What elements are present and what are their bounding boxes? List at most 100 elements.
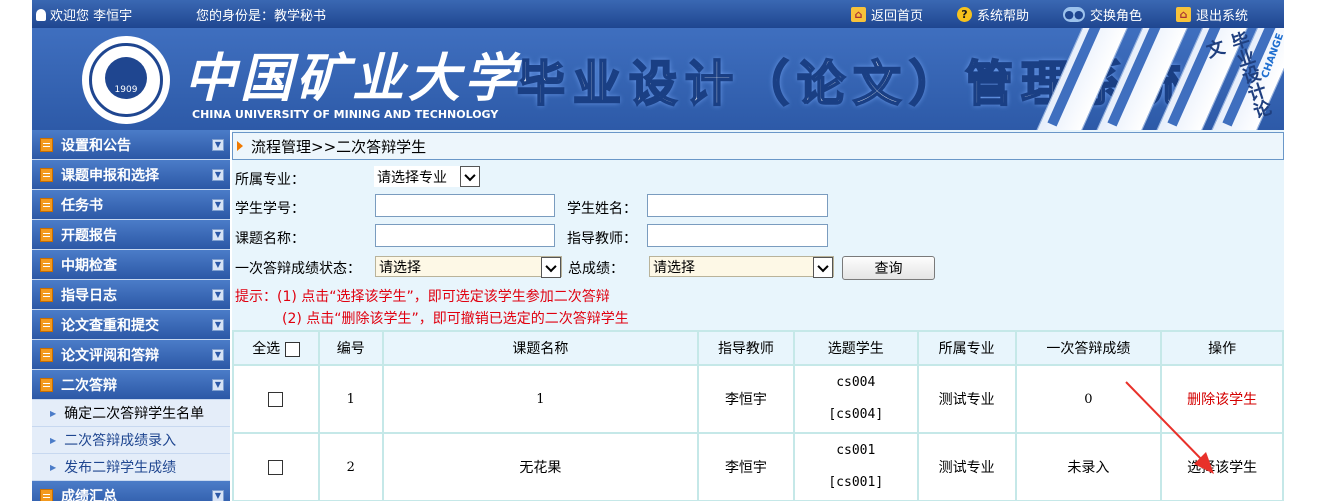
row-topic: 无花果 [381,432,700,501]
expand-icon[interactable]: ▼ [212,490,224,501]
tip-line-2: (2) 点击“删除该学生”，即可撤销已选定的二次答辩学生 [282,311,629,327]
row-major: 测试专业 [916,432,1017,501]
row-checkbox-cell [232,364,320,434]
expand-icon[interactable]: ▼ [212,289,224,301]
header-topic: 课题名称 [381,330,700,366]
chevron-down-icon [813,257,833,278]
student-id-input[interactable] [375,194,555,217]
university-name-cn: 中国矿业大学 [184,48,521,109]
sidebar: 设置和公告 ▼ 课题申报和选择 ▼ 任务书 ▼ 开题报告 ▼ 中期检查 ▼ 指导… [32,130,230,501]
books-decoration: 毕业设计论文 CHANGE [1033,28,1284,130]
header-select-all: 全选 [232,330,320,366]
nav-home[interactable]: ⌂ 返回首页 [850,5,923,24]
university-emblem-icon: 1909 [82,36,170,124]
expand-icon[interactable]: ▼ [212,229,224,241]
major-select[interactable]: 请选择专业 [374,166,480,187]
user-icon [36,8,46,21]
select-student-link[interactable]: 选择该学生 [1187,460,1257,476]
collapse-icon[interactable]: ▼ [212,379,224,391]
delete-student-link[interactable]: 删除该学生 [1187,392,1257,408]
expand-icon[interactable]: ▼ [212,139,224,151]
first-defense-label: 一次答辩成绩状态： [235,261,361,277]
topic-label: 课题名称： [235,231,305,247]
row-action-cell: 选择该学生 [1160,432,1284,501]
expand-icon[interactable]: ▼ [212,199,224,211]
student-name-label: 学生姓名： [567,201,637,217]
triangle-right-icon: ▶ [50,408,57,418]
row-number: 2 [317,432,384,501]
menu-topic[interactable]: 课题申报和选择 ▼ [32,160,230,190]
triangle-right-icon: ▶ [50,435,57,445]
menu-log[interactable]: 指导日志 ▼ [32,280,230,310]
row-student: cs004 [cs004] [792,364,919,434]
menu-review[interactable]: 论文评阅和答辩 ▼ [32,340,230,370]
teacher-label: 指导教师： [567,231,637,247]
menu-plagiarism[interactable]: 论文查重和提交 ▼ [32,310,230,340]
row-checkbox-cell [232,432,320,501]
major-label: 所属专业： [235,172,305,188]
first-defense-select[interactable]: 请选择 [375,256,562,278]
row-teacher: 李恒宇 [697,432,795,501]
menu-task[interactable]: 任务书 ▼ [32,190,230,220]
document-icon [40,137,53,152]
menu-settings[interactable]: 设置和公告 ▼ [32,130,230,160]
expand-icon[interactable]: ▼ [212,259,224,271]
nav-help[interactable]: ? 系统帮助 [956,5,1029,24]
triangle-right-icon: ▶ [50,462,57,472]
banner: 1909 中国矿业大学 CHINA UNIVERSITY OF MINING A… [32,28,1284,130]
submenu-publish-score[interactable]: ▶ 发布二辩学生成绩 [32,454,230,481]
student-id-label: 学生学号： [235,201,305,217]
breadcrumb: 流程管理>>二次答辩学生 [232,132,1284,160]
document-icon [40,197,53,212]
select-all-checkbox[interactable] [284,341,300,357]
menu-second-defense[interactable]: 二次答辩 ▼ [32,370,230,400]
document-icon [40,347,53,362]
menu-midterm[interactable]: 中期检查 ▼ [32,250,230,280]
help-icon: ? [956,6,972,22]
student-name-input[interactable] [647,194,828,217]
expand-icon[interactable]: ▼ [212,349,224,361]
document-icon [40,377,53,392]
menu-score-summary[interactable]: 成绩汇总 ▼ [32,481,230,501]
row-checkbox[interactable] [268,391,284,407]
nav-switch-role[interactable]: ●● 交换角色 [1062,5,1142,24]
row-number: 1 [317,364,384,434]
submenu-confirm-list[interactable]: ▶ 确定二次答辩学生名单 [32,400,230,427]
menu-opening[interactable]: 开题报告 ▼ [32,220,230,250]
row-first-score: 未录入 [1014,432,1163,501]
header-student: 选题学生 [792,330,919,366]
total-score-select[interactable]: 请选择 [649,256,834,278]
role-text: 您的身份是：教学秘书 [196,9,327,24]
main-content: 流程管理>>二次答辩学生 所属专业： 请选择专业 学生学号： 学生姓名： 课题名… [232,130,1284,501]
row-topic: 1 [381,364,700,434]
expand-icon[interactable]: ▼ [212,169,224,181]
row-teacher: 李恒宇 [697,364,795,434]
header-teacher: 指导教师 [697,330,795,366]
row-action-cell: 删除该学生 [1160,364,1284,434]
home-icon: ⌂ [850,6,866,22]
expand-icon[interactable]: ▼ [212,319,224,331]
bullet-icon [237,141,243,151]
students-table: 全选 编号 课题名称 指导教师 选题学生 所属专业 一次答辩成绩 操作 1 1 … [232,330,1284,501]
row-student: cs001 [cs001] [792,432,919,501]
chevron-down-icon [541,257,561,278]
header-action: 操作 [1160,330,1284,366]
document-icon [40,227,53,242]
topic-input[interactable] [375,224,555,247]
document-icon [40,287,53,302]
document-icon [40,167,53,182]
users-icon: ●● [1062,6,1085,22]
top-nav: ⌂ 返回首页 ? 系统帮助 ●● 交换角色 ⌂ 退出系统 [850,0,1284,28]
exit-home-icon: ⌂ [1175,6,1191,22]
total-score-label: 总成绩： [568,261,624,277]
teacher-input[interactable] [647,224,828,247]
row-checkbox[interactable] [268,459,284,475]
header-number: 编号 [317,330,384,366]
query-button[interactable]: 查询 [842,256,935,280]
document-icon [40,317,53,332]
tip-line-1: 提示：(1) 点击“选择该学生”，即可选定该学生参加二次答辩 [235,289,610,305]
submenu-score-entry[interactable]: ▶ 二次答辩成绩录入 [32,427,230,454]
nav-logout[interactable]: ⌂ 退出系统 [1175,5,1248,24]
row-major: 测试专业 [916,364,1017,434]
top-bar: 欢迎您 李恒宇 您的身份是：教学秘书 ⌂ 返回首页 ? 系统帮助 ●● 交换角色… [32,0,1284,28]
